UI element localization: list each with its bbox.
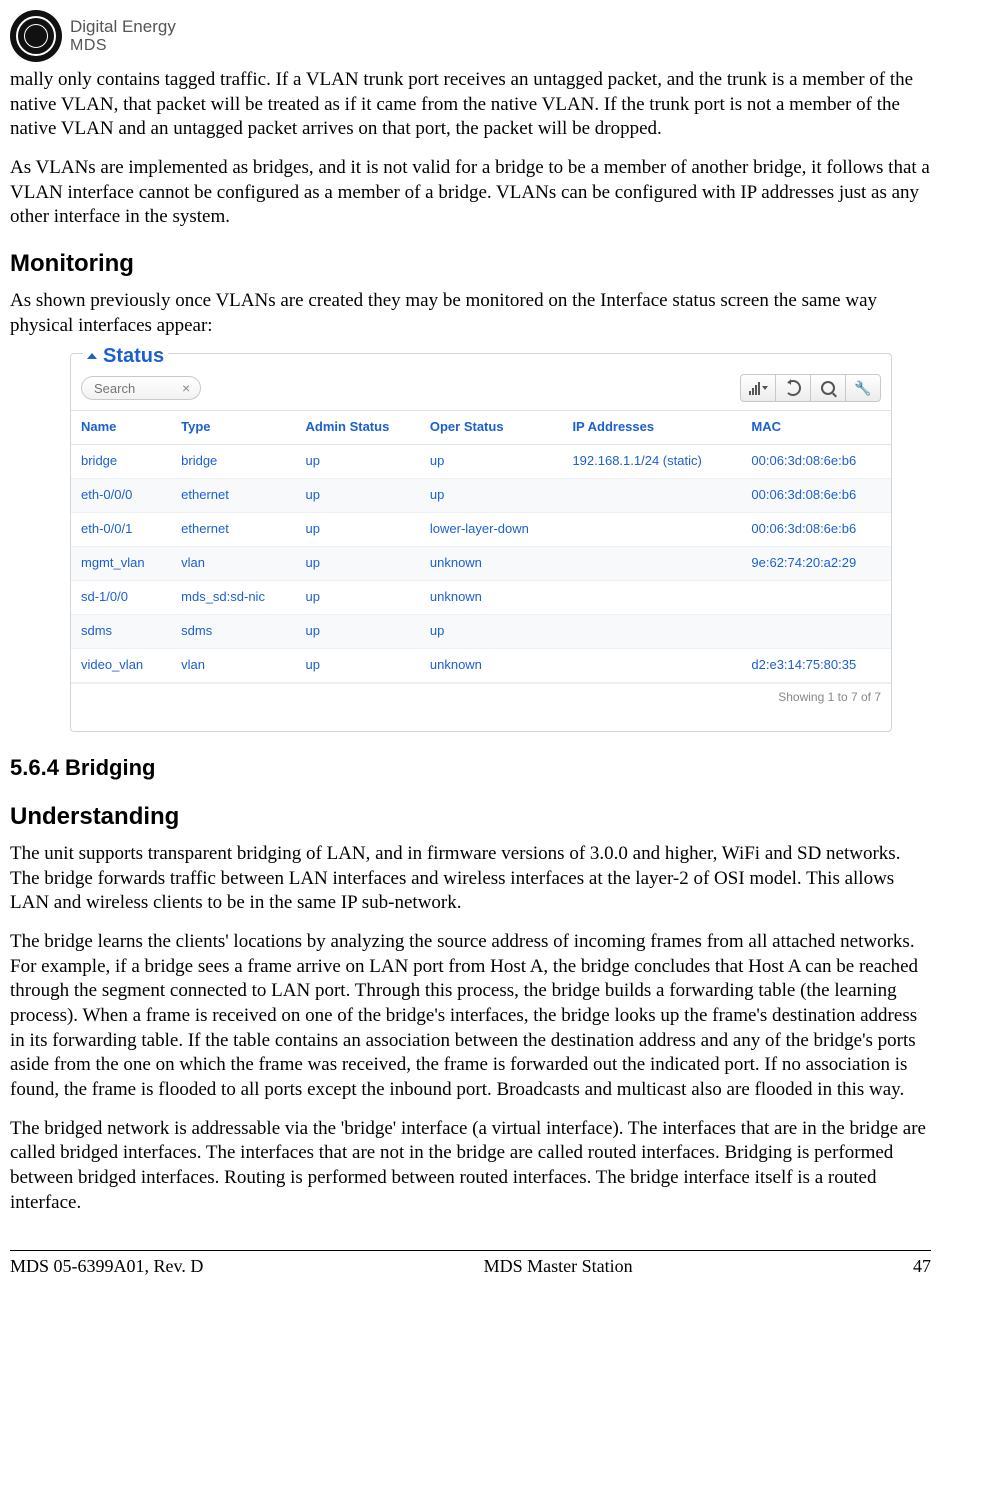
cell-ip — [562, 614, 741, 648]
cell-mac: 00:06:3d:08:6e:b6 — [741, 445, 891, 479]
cell-mac: 9e:62:74:20:a2:29 — [741, 546, 891, 580]
panel-title[interactable]: Status — [83, 343, 168, 369]
cell-admin: up — [296, 580, 420, 614]
cell-ip — [562, 479, 741, 513]
cell-name: mgmt_vlan — [71, 546, 171, 580]
cell-admin: up — [296, 614, 420, 648]
settings-button[interactable]: 🔧 — [846, 374, 881, 402]
footer-center: MDS Master Station — [484, 1255, 633, 1278]
cell-oper: lower-layer-down — [420, 513, 563, 547]
cell-type: ethernet — [171, 479, 295, 513]
search-box[interactable]: × — [81, 376, 201, 400]
cell-type: ethernet — [171, 513, 295, 547]
brand-line2: MDS — [70, 37, 176, 55]
cell-name: eth-0/0/0 — [71, 479, 171, 513]
cell-oper: unknown — [420, 546, 563, 580]
heading-bridging: 5.6.4 Bridging — [10, 754, 931, 783]
cell-oper: up — [420, 445, 563, 479]
cell-ip — [562, 513, 741, 547]
refresh-icon — [785, 380, 801, 396]
cell-ip — [562, 580, 741, 614]
table-footer: Showing 1 to 7 of 7 — [71, 683, 891, 732]
dropdown-caret-icon — [762, 386, 768, 390]
cell-type: mds_sd:sd-nic — [171, 580, 295, 614]
cell-mac — [741, 614, 891, 648]
cell-type: sdms — [171, 614, 295, 648]
cell-mac — [741, 580, 891, 614]
search-input[interactable] — [92, 380, 176, 397]
status-panel-wrap: Status × 🔧 Name Type — [70, 353, 931, 732]
heading-monitoring: Monitoring — [10, 248, 931, 279]
body-paragraph: The unit supports transparent bridging o… — [10, 842, 931, 916]
cell-type: vlan — [171, 546, 295, 580]
table-row[interactable]: bridgebridgeupup192.168.1.1/24 (static)0… — [71, 445, 891, 479]
table-header: Name Type Admin Status Oper Status IP Ad… — [71, 411, 891, 445]
cell-mac: 00:06:3d:08:6e:b6 — [741, 513, 891, 547]
col-oper[interactable]: Oper Status — [420, 411, 563, 445]
body-paragraph: mally only contains tagged traffic. If a… — [10, 68, 931, 142]
col-admin[interactable]: Admin Status — [296, 411, 420, 445]
cell-oper: unknown — [420, 648, 563, 682]
col-mac[interactable]: MAC — [741, 411, 891, 445]
cell-name: video_vlan — [71, 648, 171, 682]
cell-name: bridge — [71, 445, 171, 479]
brand-text: Digital Energy MDS — [70, 18, 176, 54]
heading-understanding: Understanding — [10, 801, 931, 832]
table-row[interactable]: eth-0/0/0ethernetupup00:06:3d:08:6e:b6 — [71, 479, 891, 513]
ge-logo-icon — [10, 10, 62, 62]
panel-toolbar: × 🔧 — [71, 374, 891, 410]
table-row[interactable]: mgmt_vlanvlanupunknown 9e:62:74:20:a2:29 — [71, 546, 891, 580]
table-row[interactable]: eth-0/0/1ethernetuplower-layer-down 00:06… — [71, 513, 891, 547]
cell-admin: up — [296, 479, 420, 513]
cell-oper: up — [420, 614, 563, 648]
body-paragraph: As shown previously once VLANs are creat… — [10, 289, 931, 338]
page-footer: MDS 05-6399A01, Rev. D MDS Master Statio… — [10, 1250, 931, 1278]
cell-type: vlan — [171, 648, 295, 682]
signal-button[interactable] — [740, 374, 776, 402]
footer-right: 47 — [913, 1255, 931, 1278]
collapse-caret-icon[interactable] — [87, 353, 97, 359]
clear-search-icon[interactable]: × — [176, 379, 196, 397]
footer-left: MDS 05-6399A01, Rev. D — [10, 1255, 203, 1278]
cell-admin: up — [296, 546, 420, 580]
refresh-button[interactable] — [776, 374, 811, 402]
table-row[interactable]: sd-1/0/0mds_sd:sd-nicupunknown — [71, 580, 891, 614]
search-icon — [821, 381, 835, 395]
wrench-icon: 🔧 — [854, 379, 871, 397]
cell-name: sd-1/0/0 — [71, 580, 171, 614]
cell-type: bridge — [171, 445, 295, 479]
col-name[interactable]: Name — [71, 411, 171, 445]
cell-admin: up — [296, 445, 420, 479]
table-row[interactable]: sdmssdmsupup — [71, 614, 891, 648]
table-row[interactable]: video_vlanvlanupunknown d2:e3:14:75:80:35 — [71, 648, 891, 682]
col-ip[interactable]: IP Addresses — [562, 411, 741, 445]
cell-ip — [562, 648, 741, 682]
cell-mac: d2:e3:14:75:80:35 — [741, 648, 891, 682]
status-panel: Status × 🔧 Name Type — [70, 353, 892, 732]
brand-header: Digital Energy MDS — [10, 10, 931, 62]
toolbar-buttons: 🔧 — [740, 374, 881, 402]
cell-name: eth-0/0/1 — [71, 513, 171, 547]
cell-admin: up — [296, 513, 420, 547]
body-paragraph: The bridged network is addressable via t… — [10, 1117, 931, 1216]
cell-name: sdms — [71, 614, 171, 648]
cell-oper: up — [420, 479, 563, 513]
cell-ip — [562, 546, 741, 580]
cell-mac: 00:06:3d:08:6e:b6 — [741, 479, 891, 513]
panel-title-text: Status — [103, 345, 164, 367]
search-button[interactable] — [811, 374, 846, 402]
brand-line1: Digital Energy — [70, 18, 176, 37]
col-type[interactable]: Type — [171, 411, 295, 445]
body-paragraph: The bridge learns the clients' locations… — [10, 930, 931, 1103]
cell-oper: unknown — [420, 580, 563, 614]
cell-admin: up — [296, 648, 420, 682]
signal-bars-icon — [749, 382, 760, 395]
cell-ip: 192.168.1.1/24 (static) — [562, 445, 741, 479]
body-paragraph: As VLANs are implemented as bridges, and… — [10, 156, 931, 230]
status-table: Name Type Admin Status Oper Status IP Ad… — [71, 410, 891, 682]
